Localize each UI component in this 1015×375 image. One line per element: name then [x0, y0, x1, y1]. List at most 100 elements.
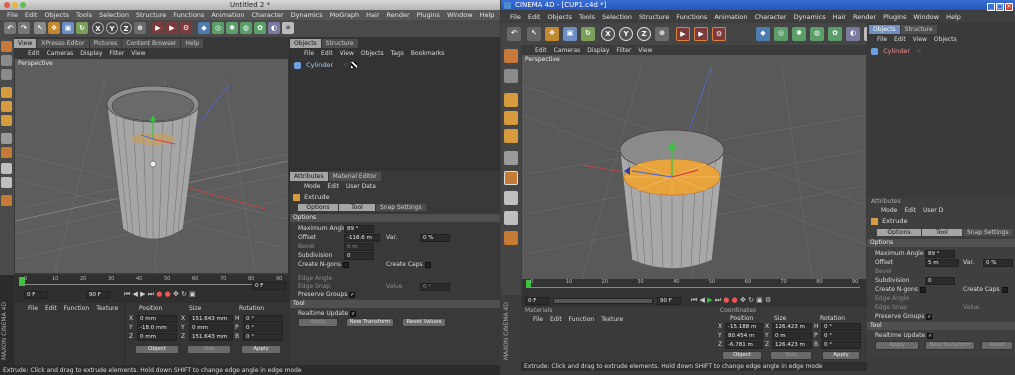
- create-caps-row[interactable]: Create Caps: [386, 260, 431, 269]
- playback-controls[interactable]: ⏮ ◀ ▶ ⏭ ● ● ✥ ↻ ▣: [124, 290, 196, 299]
- maximize-icon[interactable]: □: [996, 3, 1004, 11]
- tab-material-editor[interactable]: Material Editor: [328, 172, 381, 181]
- apply-button[interactable]: Apply: [298, 318, 338, 327]
- coord-y-size[interactable]: 0 mm: [189, 324, 233, 332]
- nurbs-icon[interactable]: ◎: [212, 22, 224, 34]
- menu-tools[interactable]: Tools: [76, 10, 92, 20]
- render-view-icon[interactable]: ▶: [676, 27, 690, 41]
- mat-menu-function[interactable]: Function: [64, 305, 90, 312]
- x-axis-icon[interactable]: X: [92, 22, 104, 34]
- create-caps-checkbox[interactable]: [424, 261, 431, 268]
- preserve-groups-checkbox[interactable]: ✓: [349, 291, 356, 298]
- x-axis-icon[interactable]: X: [601, 27, 615, 41]
- attr-menu-user-data[interactable]: User Data: [346, 183, 376, 190]
- coord-z-pos[interactable]: -6.781 m: [725, 341, 763, 349]
- tab-view[interactable]: View: [14, 39, 37, 48]
- z-axis-icon[interactable]: Z: [120, 22, 132, 34]
- coord-apply-button[interactable]: Apply: [241, 345, 281, 354]
- vp-menu-edit[interactable]: Edit: [28, 50, 40, 57]
- vp-menu-display[interactable]: Display: [80, 50, 102, 57]
- deformer-icon[interactable]: ◍: [810, 27, 824, 41]
- coord-z-pos[interactable]: 0 mm: [137, 333, 177, 341]
- camera-icon[interactable]: ◐: [268, 22, 280, 34]
- coord-system-icon[interactable]: ⊕: [134, 22, 146, 34]
- menu-character[interactable]: Character: [754, 12, 786, 22]
- frame-start-field[interactable]: 0 F: [525, 297, 549, 305]
- coord-z-size[interactable]: 126.423 m: [772, 341, 812, 349]
- create-ngons-checkbox[interactable]: [919, 286, 926, 293]
- vp-menu-display[interactable]: Display: [587, 47, 609, 54]
- timeline-track[interactable]: [24, 284, 284, 285]
- create-ngons-row[interactable]: Create N-gons: [875, 285, 926, 294]
- deformer-icon[interactable]: ◍: [240, 22, 252, 34]
- obj-menu-objects[interactable]: Objects: [934, 36, 957, 43]
- z-axis-icon[interactable]: Z: [637, 27, 651, 41]
- array-icon[interactable]: ✺: [226, 22, 238, 34]
- texture-mode-icon[interactable]: [1, 55, 12, 66]
- obj-menu-view[interactable]: View: [913, 36, 927, 43]
- menu-file[interactable]: File: [7, 10, 18, 20]
- rotate-icon[interactable]: ↻: [581, 27, 595, 41]
- realtime-checkbox[interactable]: ✓: [350, 310, 357, 317]
- vp-menu-view[interactable]: View: [131, 50, 145, 57]
- subtab-snap-settings[interactable]: Snap Settings: [376, 204, 426, 211]
- coord-y-pos[interactable]: 80.454 m: [725, 332, 763, 340]
- subtab-tool[interactable]: Tool: [922, 229, 962, 236]
- render-picture-icon[interactable]: ▶: [166, 22, 178, 34]
- realtime-checkbox[interactable]: ✓: [927, 332, 934, 339]
- obj-menu-view[interactable]: View: [340, 50, 354, 57]
- render-settings-icon[interactable]: ⚙: [712, 27, 726, 41]
- coord-b-rot[interactable]: 0 °: [821, 341, 861, 349]
- apply-button[interactable]: Apply: [875, 341, 919, 350]
- attr-menu-user-data[interactable]: User D: [923, 207, 943, 214]
- render-settings-icon[interactable]: ⚙: [180, 22, 192, 34]
- coord-size-select[interactable]: Size: [187, 345, 231, 354]
- texture-mode-icon[interactable]: [504, 69, 518, 83]
- menu-functions[interactable]: Functions: [173, 10, 204, 20]
- mat-menu-texture[interactable]: Texture: [601, 316, 623, 323]
- reset-button[interactable]: Reset: [981, 341, 1013, 350]
- scene-icon[interactable]: ✿: [828, 27, 842, 41]
- coord-x-size[interactable]: 151.643 mm: [189, 315, 233, 323]
- visibility-dots-icon[interactable]: ⁘: [916, 47, 921, 55]
- zoom-icon[interactable]: [20, 2, 26, 8]
- new-transform-button[interactable]: New Transform: [925, 341, 975, 350]
- rotate-icon[interactable]: ↻: [76, 22, 88, 34]
- menu-render[interactable]: Render: [853, 12, 876, 22]
- preserve-groups-row[interactable]: Preserve Groups ✓: [875, 312, 933, 321]
- obj-menu-bookmarks[interactable]: Bookmarks: [411, 50, 445, 57]
- grid-icon[interactable]: [504, 211, 518, 225]
- cube-icon[interactable]: ◆: [756, 27, 770, 41]
- tab-structure[interactable]: Structure: [321, 39, 358, 48]
- polygons-mode-icon[interactable]: [504, 129, 518, 143]
- grid-icon[interactable]: [1, 177, 12, 188]
- menu-edit[interactable]: Edit: [25, 10, 38, 20]
- close-icon[interactable]: ✕: [1005, 3, 1013, 11]
- coord-mode-select[interactable]: Object: [722, 351, 762, 360]
- menu-dynamics[interactable]: Dynamics: [291, 10, 323, 20]
- axis-mode-icon[interactable]: [1, 133, 12, 144]
- minimize-icon[interactable]: _: [987, 3, 995, 11]
- model-mode-icon[interactable]: [1, 41, 12, 52]
- minimize-icon[interactable]: [12, 2, 18, 8]
- viewport[interactable]: Perspective: [15, 59, 288, 273]
- tab-pictures[interactable]: Pictures: [89, 39, 122, 48]
- vp-menu-filter[interactable]: Filter: [616, 47, 631, 54]
- points-mode-icon[interactable]: [1, 87, 12, 98]
- menu-selection[interactable]: Selection: [602, 12, 632, 22]
- scale-icon[interactable]: ▣: [62, 22, 74, 34]
- offset-field[interactable]: 5 m: [925, 259, 959, 267]
- menu-selection[interactable]: Selection: [99, 10, 129, 20]
- render-view-icon[interactable]: ▶: [152, 22, 164, 34]
- frame-start-field[interactable]: 0 F: [24, 291, 48, 299]
- offset-field[interactable]: -118.6 m: [344, 234, 380, 242]
- attr-menu-edit[interactable]: Edit: [904, 207, 916, 214]
- coord-x-pos[interactable]: 0 mm: [137, 315, 177, 323]
- workplane-icon[interactable]: [1, 69, 12, 80]
- preserve-groups-row[interactable]: Preserve Groups ✓: [298, 290, 356, 299]
- edges-mode-icon[interactable]: [1, 101, 12, 112]
- coord-system-icon[interactable]: ⊕: [655, 27, 669, 41]
- coord-y-pos[interactable]: -18.0 mm: [137, 324, 177, 332]
- menu-animation[interactable]: Animation: [714, 12, 747, 22]
- record-icon[interactable]: ● ●: [723, 296, 737, 304]
